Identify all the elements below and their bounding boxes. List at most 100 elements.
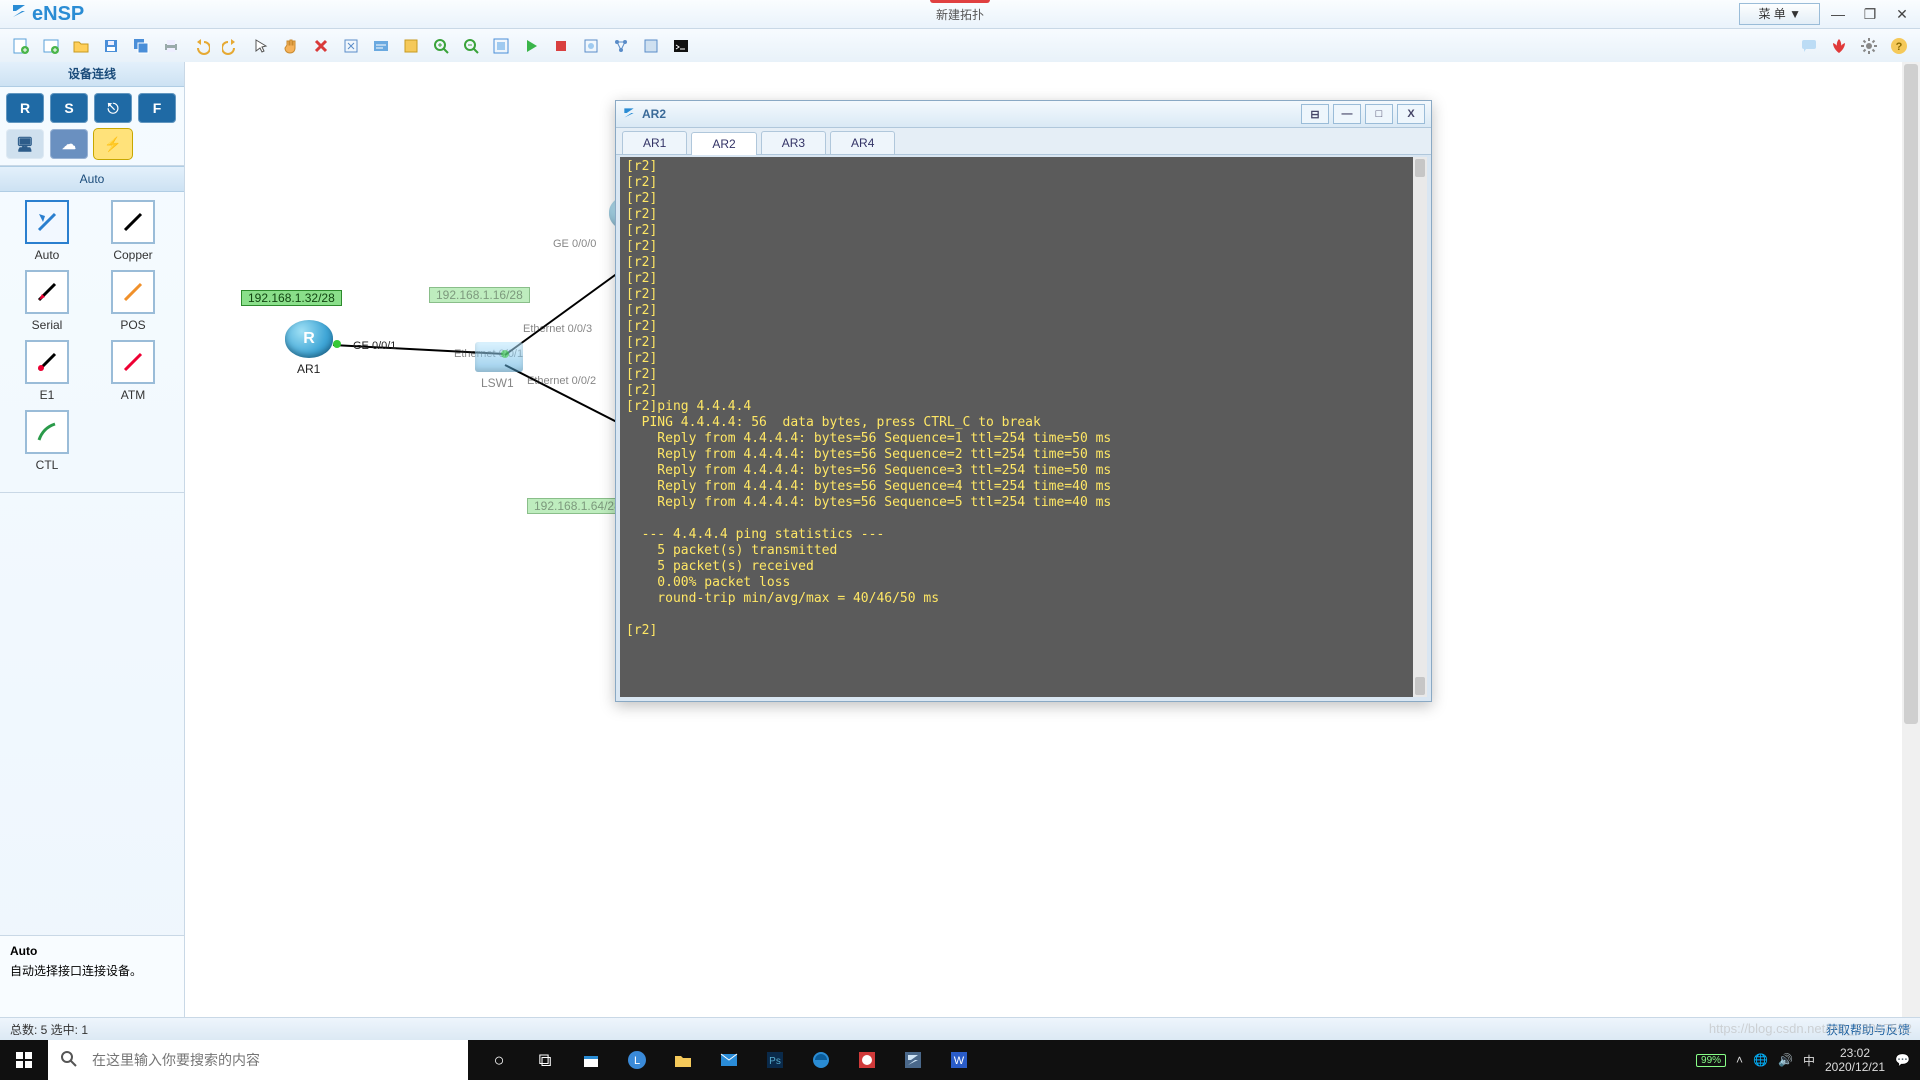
main-area: 设备连线 R S ⎋ F 🖥 ☁ ⚡ Auto Auto Copper Seri… bbox=[0, 62, 1920, 1040]
cat-link-icon[interactable]: ⚡ bbox=[94, 129, 132, 159]
task-ensp[interactable] bbox=[890, 1040, 936, 1080]
windows-taskbar: ○ ⧉ L Ps W 99% ˄ 🌐 🔊 中 23:02 2020/12/21 … bbox=[0, 1040, 1920, 1080]
tray-sound-icon[interactable]: 🔊 bbox=[1778, 1053, 1793, 1067]
link-atm[interactable]: ATM bbox=[90, 340, 176, 402]
select-tool[interactable] bbox=[248, 33, 274, 59]
chat-icon[interactable] bbox=[1796, 33, 1822, 59]
task-mail[interactable] bbox=[706, 1040, 752, 1080]
link-grid: Auto Copper Serial POS E1 ATM CTL bbox=[0, 192, 184, 488]
cli-close-button[interactable]: X bbox=[1397, 104, 1425, 124]
cat-router-icon[interactable]: R bbox=[6, 93, 44, 123]
task-ps[interactable]: Ps bbox=[752, 1040, 798, 1080]
new-project-button[interactable] bbox=[38, 33, 64, 59]
settings-icon[interactable] bbox=[1856, 33, 1882, 59]
cli-tab-ar2[interactable]: AR2 bbox=[691, 132, 756, 155]
pan-tool[interactable] bbox=[278, 33, 304, 59]
palette-tool[interactable] bbox=[398, 33, 424, 59]
redo-button[interactable] bbox=[218, 33, 244, 59]
tray-clock[interactable]: 23:02 2020/12/21 bbox=[1825, 1046, 1885, 1074]
zoom-in-button[interactable] bbox=[428, 33, 454, 59]
link-pos[interactable]: POS bbox=[90, 270, 176, 332]
svg-text:L: L bbox=[634, 1055, 640, 1067]
status-left: 总数: 5 选中: 1 bbox=[10, 1021, 88, 1038]
link-copper-label: Copper bbox=[113, 248, 152, 262]
link-copper[interactable]: Copper bbox=[90, 200, 176, 262]
task-taskview[interactable]: ⧉ bbox=[522, 1040, 568, 1080]
task-store[interactable] bbox=[568, 1040, 614, 1080]
print-button[interactable] bbox=[158, 33, 184, 59]
canvas-v-scrollbar[interactable] bbox=[1902, 62, 1920, 1022]
search-input[interactable] bbox=[90, 1051, 468, 1069]
net-label-2[interactable]: 192.168.1.16/28 bbox=[429, 287, 530, 303]
cli-scrollbar[interactable] bbox=[1413, 157, 1427, 697]
delete-tool[interactable] bbox=[308, 33, 334, 59]
tray-up-icon[interactable]: ˄ bbox=[1736, 1053, 1743, 1067]
link-e1[interactable]: E1 bbox=[4, 340, 90, 402]
side-header: 设备连线 bbox=[0, 62, 184, 87]
iface-ge000: GE 0/0/0 bbox=[553, 238, 596, 250]
main-menu-button[interactable]: 菜 单 ▼ bbox=[1739, 3, 1820, 25]
link-ctl[interactable]: CTL bbox=[4, 410, 90, 472]
topo-tool[interactable] bbox=[608, 33, 634, 59]
zoom-out-button[interactable] bbox=[458, 33, 484, 59]
minimize-button[interactable]: — bbox=[1824, 4, 1852, 24]
zoom-fit-button[interactable] bbox=[488, 33, 514, 59]
task-cortana[interactable]: ○ bbox=[476, 1040, 522, 1080]
cli-pin-button[interactable]: ⊟ bbox=[1301, 104, 1329, 124]
cli-window[interactable]: AR2 ⊟ — □ X AR1 AR2 AR3 AR4 [r2] [r2] [r… bbox=[615, 100, 1432, 702]
undo-button[interactable] bbox=[188, 33, 214, 59]
title-handle bbox=[930, 0, 990, 3]
cli-tab-ar3[interactable]: AR3 bbox=[761, 131, 826, 154]
cli-tab-ar4[interactable]: AR4 bbox=[830, 131, 895, 154]
status-help-link[interactable]: 获取帮助与反馈 bbox=[1826, 1021, 1910, 1038]
cat-pc-icon[interactable]: 🖥 bbox=[6, 129, 44, 159]
cli-min-button[interactable]: — bbox=[1333, 104, 1361, 124]
maximize-button[interactable]: ❐ bbox=[1856, 4, 1884, 24]
huawei-icon[interactable] bbox=[1826, 33, 1852, 59]
task-app2[interactable] bbox=[844, 1040, 890, 1080]
app-name: eNSP bbox=[32, 3, 84, 26]
close-button[interactable]: ✕ bbox=[1888, 4, 1916, 24]
svg-text:W: W bbox=[954, 1055, 965, 1067]
clear-tool[interactable] bbox=[338, 33, 364, 59]
taskbar-search[interactable] bbox=[48, 1040, 468, 1080]
open-button[interactable] bbox=[68, 33, 94, 59]
titlebar: eNSP 新建拓扑 菜 单 ▼ — ❐ ✕ bbox=[0, 0, 1920, 29]
net-label-1[interactable]: 192.168.1.32/28 bbox=[241, 290, 342, 306]
battery-icon[interactable]: 99% bbox=[1696, 1054, 1726, 1067]
net-label-5[interactable]: 192.168.1.64/28 bbox=[527, 498, 628, 514]
task-edge[interactable] bbox=[798, 1040, 844, 1080]
device-ar1[interactable] bbox=[285, 320, 333, 358]
cat-switch-icon[interactable]: S bbox=[50, 93, 88, 123]
link-serial[interactable]: Serial bbox=[4, 270, 90, 332]
grid-tool[interactable] bbox=[638, 33, 664, 59]
cat-cloud-icon[interactable]: ☁ bbox=[50, 129, 88, 159]
new-topo-button[interactable] bbox=[8, 33, 34, 59]
capture-button[interactable] bbox=[578, 33, 604, 59]
link-auto[interactable]: Auto bbox=[4, 200, 90, 262]
tray-ime[interactable]: 中 bbox=[1803, 1052, 1815, 1069]
topology-canvas[interactable]: 192.168.1.32/28 192.168.1.16/28 192.168.… bbox=[185, 62, 1920, 1040]
text-tool[interactable] bbox=[368, 33, 394, 59]
cli-max-button[interactable]: □ bbox=[1365, 104, 1393, 124]
start-button[interactable] bbox=[0, 1040, 48, 1080]
task-app1[interactable]: L bbox=[614, 1040, 660, 1080]
task-explorer[interactable] bbox=[660, 1040, 706, 1080]
device-lsw1[interactable] bbox=[475, 342, 523, 372]
system-tray: 99% ˄ 🌐 🔊 中 23:02 2020/12/21 💬 bbox=[1686, 1046, 1920, 1074]
help-icon[interactable]: ? bbox=[1886, 33, 1912, 59]
cli-tool[interactable] bbox=[668, 33, 694, 59]
cat-firewall-icon[interactable]: F bbox=[138, 93, 176, 123]
save-as-button[interactable] bbox=[128, 33, 154, 59]
start-button[interactable] bbox=[518, 33, 544, 59]
cli-tab-ar1[interactable]: AR1 bbox=[622, 131, 687, 154]
task-icons: ○ ⧉ L Ps W bbox=[476, 1040, 982, 1080]
task-word[interactable]: W bbox=[936, 1040, 982, 1080]
cli-titlebar[interactable]: AR2 ⊟ — □ X bbox=[616, 101, 1431, 128]
stop-button[interactable] bbox=[548, 33, 574, 59]
tray-net-icon[interactable]: 🌐 bbox=[1753, 1053, 1768, 1067]
tray-notif-icon[interactable]: 💬 bbox=[1895, 1053, 1910, 1067]
cat-wlan-icon[interactable]: ⎋ bbox=[94, 93, 132, 123]
cli-body[interactable]: [r2] [r2] [r2] [r2] [r2] [r2] [r2] [r2] … bbox=[620, 157, 1427, 697]
save-button[interactable] bbox=[98, 33, 124, 59]
